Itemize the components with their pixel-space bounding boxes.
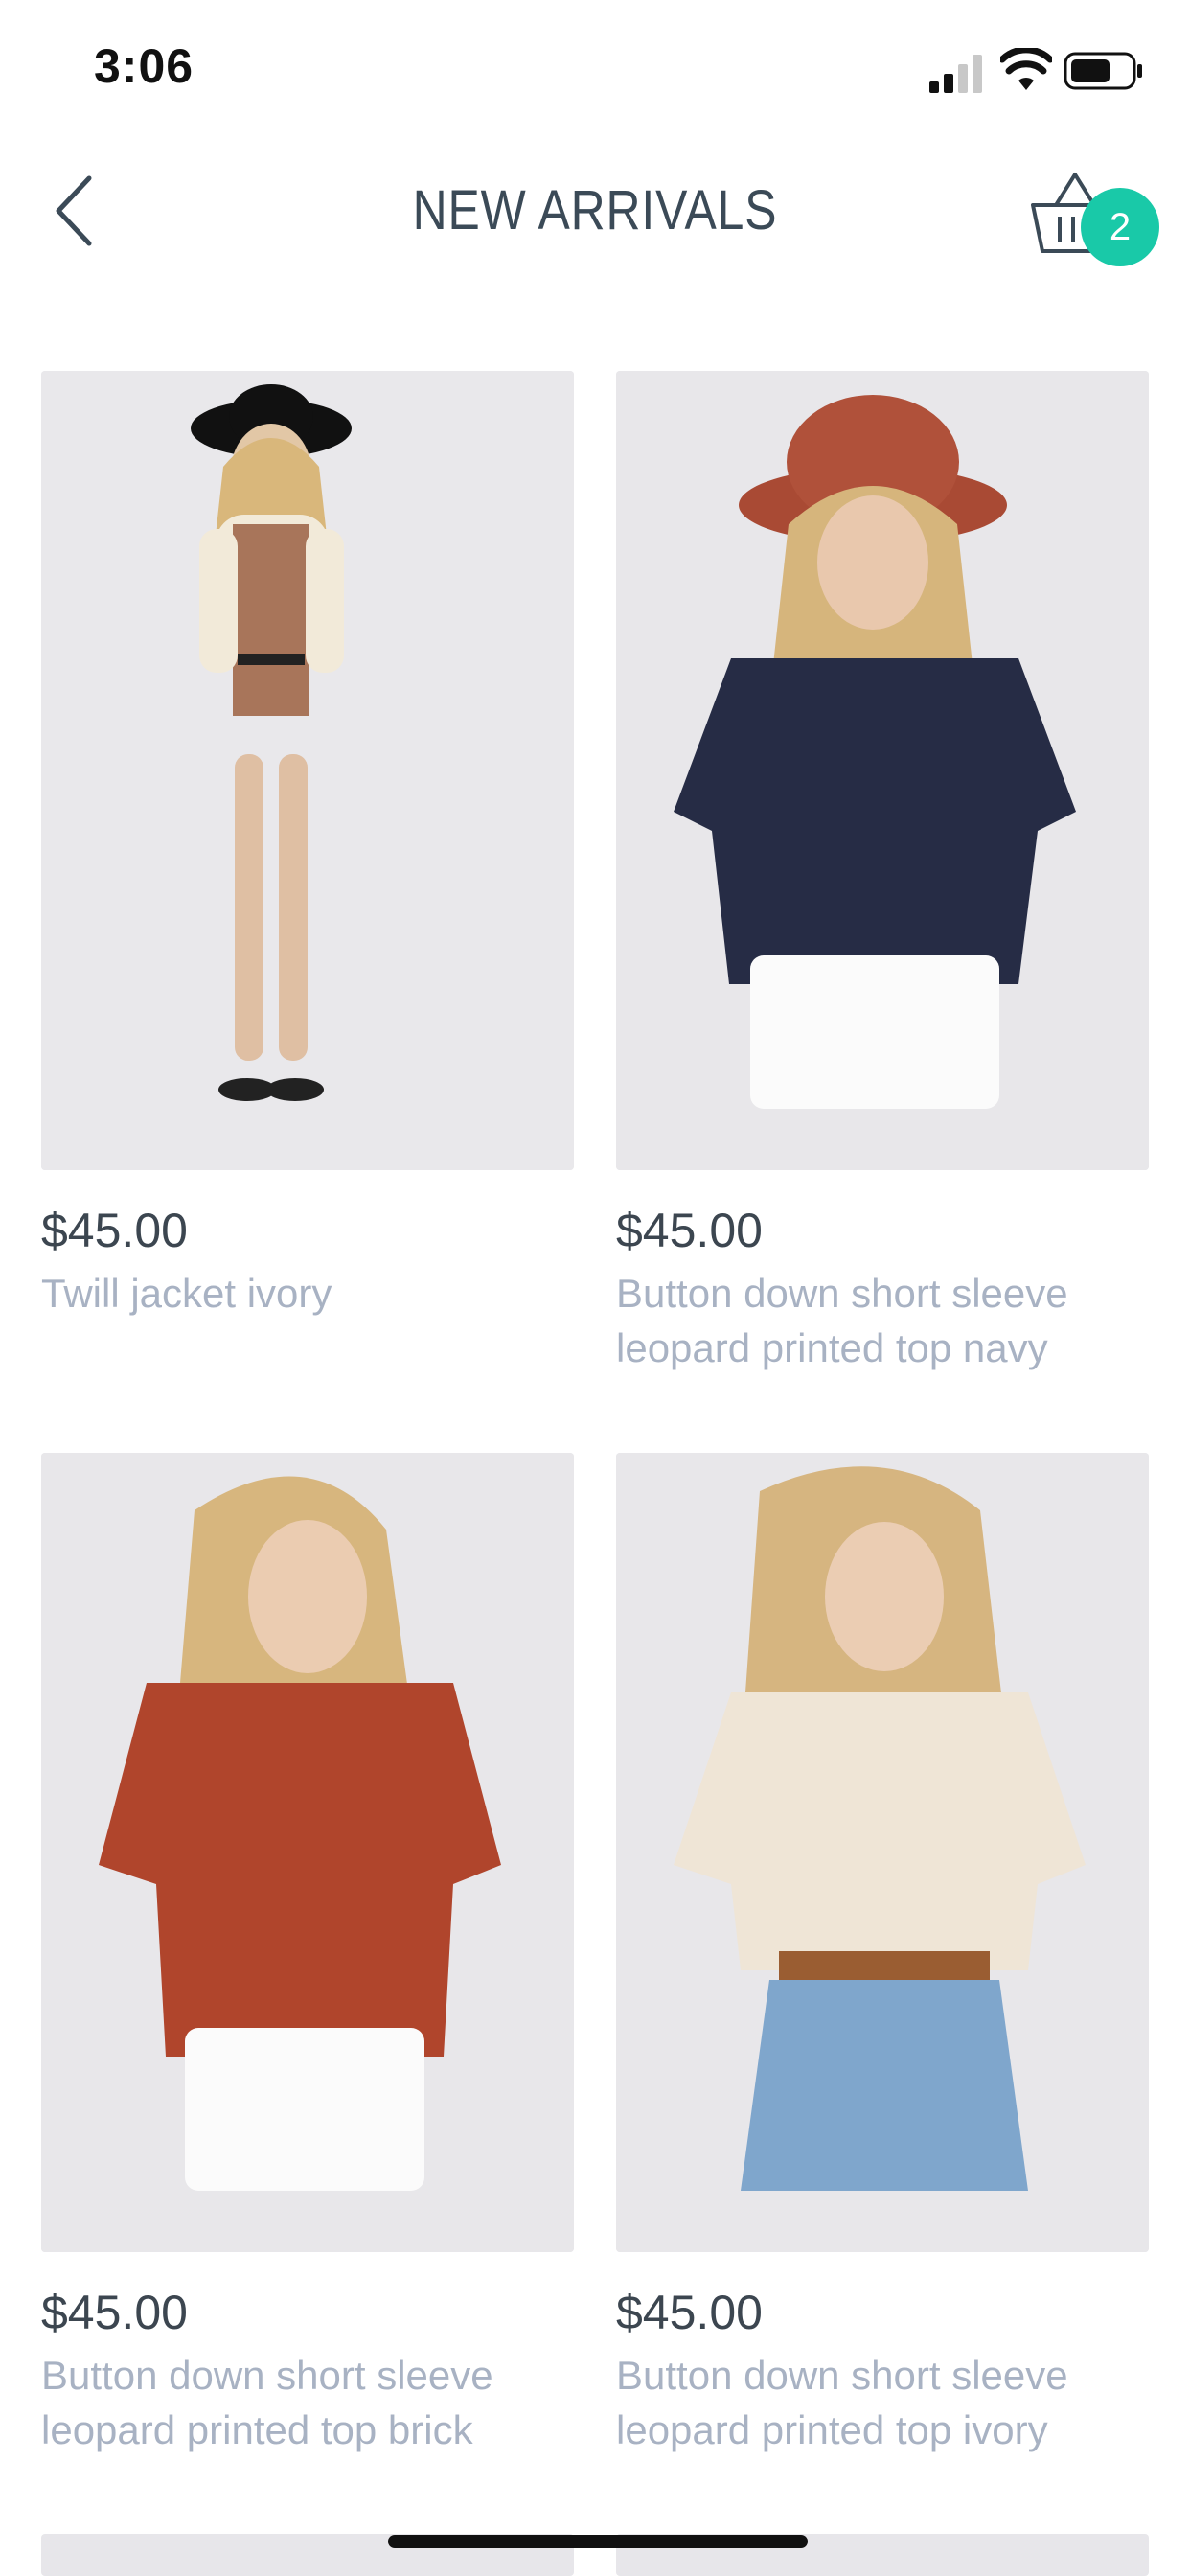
home-indicator: [388, 2535, 808, 2548]
cellular-signal-icon: [929, 55, 982, 93]
product-name: Button down short sleeve leopard printed…: [616, 1271, 1068, 1370]
product-price: $45.00: [616, 1204, 763, 1257]
product-name: Twill jacket ivory: [41, 1271, 332, 1316]
product-price: $45.00: [616, 2286, 763, 2339]
product-photo: [41, 1453, 574, 2252]
product-name: Button down short sleeve leopard printed…: [41, 2353, 493, 2452]
product-photo: [616, 1453, 1149, 2252]
product-photo: [41, 371, 574, 1170]
product-image[interactable]: [41, 371, 574, 1170]
product-image[interactable]: [616, 1453, 1149, 2252]
battery-icon: [1064, 52, 1142, 90]
product-image[interactable]: [41, 1453, 574, 2252]
product-image[interactable]: [616, 371, 1149, 1170]
status-time: 3:06: [94, 39, 195, 93]
product-name: Button down short sleeve leopard printed…: [616, 2353, 1068, 2452]
cart-count-badge: 2: [1081, 188, 1159, 266]
product-photo: [616, 371, 1149, 1170]
product-price: $45.00: [41, 1204, 188, 1257]
product-price: $45.00: [41, 2286, 188, 2339]
page-title: NEW ARRIVALS: [412, 179, 778, 242]
wifi-icon: [1000, 48, 1052, 90]
status-bar: 3:06: [0, 0, 1190, 144]
